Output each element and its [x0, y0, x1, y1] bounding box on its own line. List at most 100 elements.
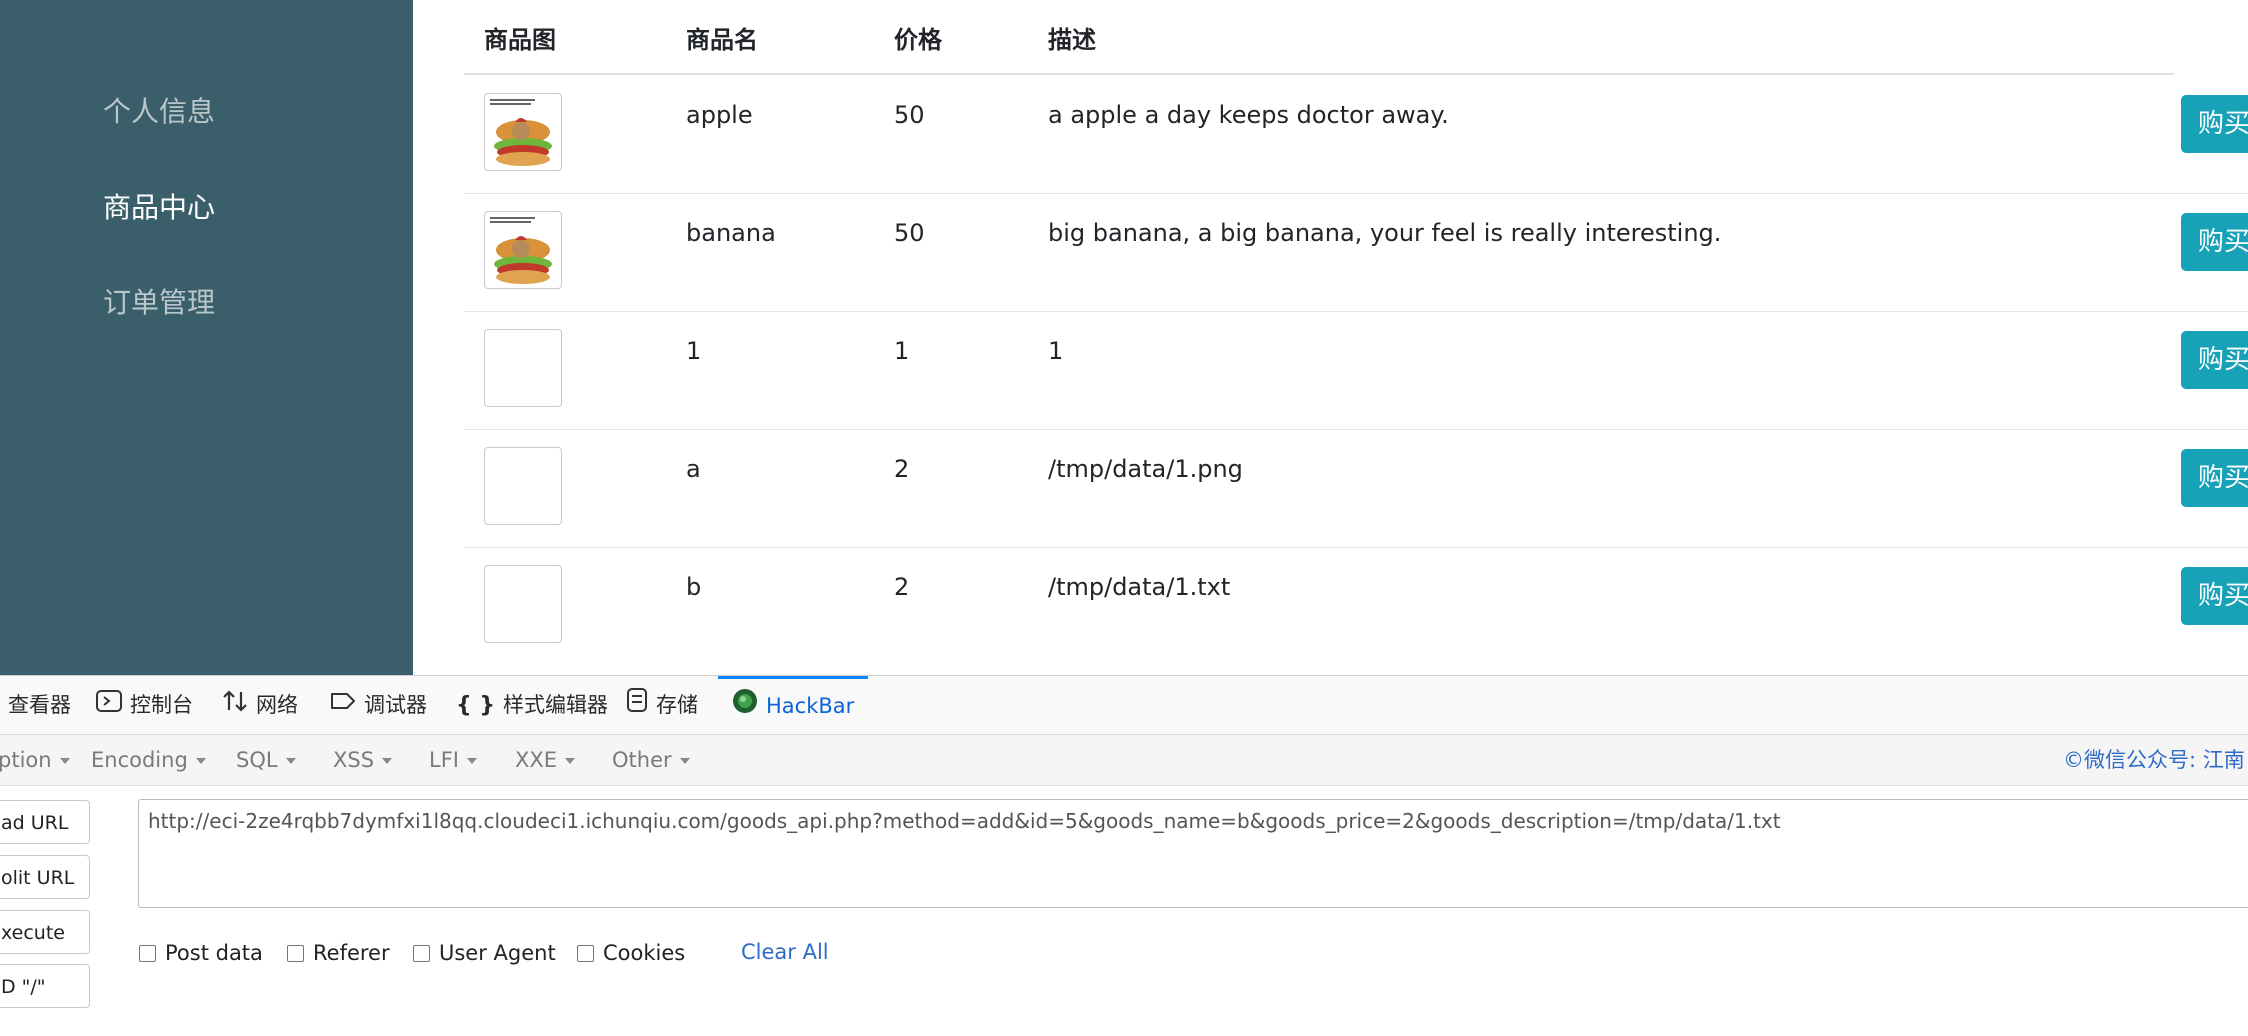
- network-icon: [222, 677, 248, 735]
- table-row: banana 50 big banana, a big banana, your…: [464, 193, 2248, 312]
- tab-style-editor[interactable]: { } 样式编辑器: [456, 676, 608, 734]
- menu-lfi[interactable]: LFI: [429, 735, 477, 785]
- checkbox-icon: [287, 945, 304, 962]
- menu-label: ption: [0, 748, 52, 772]
- storage-icon: [626, 677, 648, 735]
- tab-label: 查看器: [8, 693, 71, 717]
- product-description: /tmp/data/1.txt: [1048, 573, 1231, 601]
- sidebar: 个人信息 商品中心 订单管理: [0, 0, 413, 675]
- url-input[interactable]: http://eci-2ze4rqbb7dymfxi1l8qq.cloudeci…: [138, 799, 2248, 908]
- option-label: Cookies: [603, 941, 686, 965]
- sidebar-item-products[interactable]: 商品中心: [103, 186, 215, 226]
- menu-label: XSS: [333, 748, 375, 772]
- product-name: apple: [686, 101, 753, 129]
- buy-button[interactable]: 购买: [2181, 567, 2248, 625]
- devtools-panel: 查看器 控制台 网络 调试器 { } 样式编辑器 存储 HackBar ptio…: [0, 675, 2248, 1036]
- sidebar-item-profile[interactable]: 个人信息: [103, 90, 215, 130]
- caret-down-icon: [59, 758, 70, 764]
- product-description: big banana, a big banana, your feel is r…: [1048, 219, 1722, 247]
- user-agent-checkbox[interactable]: User Agent: [413, 941, 556, 965]
- wechat-watermark: ©微信公众号: 江南: [2063, 748, 2245, 772]
- menu-label: XXE: [515, 748, 558, 772]
- tab-label: 网络: [256, 693, 298, 717]
- tab-label: HackBar: [766, 694, 855, 718]
- tab-hackbar[interactable]: HackBar: [718, 676, 869, 737]
- table-row: a 2 /tmp/data/1.png 购买: [464, 429, 2248, 548]
- product-image-empty: [484, 565, 562, 643]
- caret-down-icon: [382, 758, 393, 764]
- table-row: b 2 /tmp/data/1.txt 购买: [464, 547, 2248, 665]
- debugger-icon: [330, 677, 356, 735]
- tab-label: 控制台: [130, 693, 193, 717]
- header-description: 描述: [1048, 26, 1096, 54]
- product-name: 1: [686, 337, 702, 365]
- buy-button[interactable]: 购买: [2181, 449, 2248, 507]
- style-editor-icon: { }: [456, 693, 495, 718]
- product-price: 50: [894, 219, 925, 247]
- tab-storage[interactable]: 存储: [626, 676, 698, 734]
- product-name: a: [686, 455, 701, 483]
- product-name: b: [686, 573, 702, 601]
- option-label: Post data: [165, 941, 263, 965]
- goods-table: 商品图 商品名 价格 描述 apple 50 a apple a day kee…: [413, 0, 2248, 675]
- split-url-button[interactable]: olit URL: [0, 855, 90, 899]
- product-price: 50: [894, 101, 925, 129]
- referer-checkbox[interactable]: Referer: [287, 941, 390, 965]
- option-label: Referer: [313, 941, 390, 965]
- menu-xxe[interactable]: XXE: [515, 735, 576, 785]
- table-row: 1 1 1 购买: [464, 311, 2248, 430]
- caret-down-icon: [195, 758, 206, 764]
- caret-down-icon: [565, 758, 576, 764]
- checkbox-icon: [413, 945, 430, 962]
- product-image-empty: [484, 329, 562, 407]
- hackbar-menubar: ption Encoding SQL XSS LFI XXE Other ©微信…: [0, 735, 2248, 786]
- menu-option[interactable]: ption: [0, 735, 70, 785]
- buy-button[interactable]: 购买: [2181, 213, 2248, 271]
- buy-button[interactable]: 购买: [2181, 95, 2248, 153]
- product-description: /tmp/data/1.png: [1048, 455, 1243, 483]
- product-description: a apple a day keeps doctor away.: [1048, 101, 1449, 129]
- console-icon: [96, 677, 122, 735]
- tab-label: 存储: [656, 693, 698, 717]
- product-price: 2: [894, 573, 910, 601]
- sidebar-item-orders[interactable]: 订单管理: [103, 281, 215, 321]
- product-price: 2: [894, 455, 910, 483]
- load-url-button[interactable]: ad URL: [0, 800, 90, 844]
- tab-label: 样式编辑器: [502, 693, 608, 717]
- table-row: apple 50 a apple a day keeps doctor away…: [464, 75, 2248, 194]
- add-slash-button[interactable]: D "/": [0, 964, 90, 1008]
- devtools-tabbar: 查看器 控制台 网络 调试器 { } 样式编辑器 存储 HackBar: [0, 676, 2248, 735]
- menu-label: Encoding: [91, 748, 188, 772]
- caret-down-icon: [679, 758, 690, 764]
- tab-label: 调试器: [364, 693, 427, 717]
- cookies-checkbox[interactable]: Cookies: [577, 941, 685, 965]
- menu-label: SQL: [236, 748, 278, 772]
- caret-down-icon: [285, 758, 296, 764]
- product-image-empty: [484, 447, 562, 525]
- clear-all-link[interactable]: Clear All: [741, 940, 829, 964]
- tab-network[interactable]: 网络: [222, 676, 298, 734]
- post-data-checkbox[interactable]: Post data: [139, 941, 263, 965]
- product-price: 1: [894, 337, 910, 365]
- header-price: 价格: [894, 26, 942, 54]
- tab-console[interactable]: 控制台: [96, 676, 193, 734]
- buy-button[interactable]: 购买: [2181, 331, 2248, 389]
- caret-down-icon: [466, 758, 477, 764]
- option-label: User Agent: [439, 941, 556, 965]
- hackbar-icon: [732, 680, 758, 735]
- checkbox-icon: [139, 945, 156, 962]
- menu-xss[interactable]: XSS: [333, 735, 393, 785]
- tab-inspector[interactable]: 查看器: [8, 676, 71, 734]
- product-image: [484, 93, 562, 171]
- menu-label: LFI: [429, 748, 459, 772]
- menu-label: Other: [612, 748, 672, 772]
- product-name: banana: [686, 219, 776, 247]
- menu-sql[interactable]: SQL: [236, 735, 296, 785]
- header-name: 商品名: [686, 26, 758, 54]
- menu-encoding[interactable]: Encoding: [91, 735, 206, 785]
- menu-other[interactable]: Other: [612, 735, 690, 785]
- tab-debugger[interactable]: 调试器: [330, 676, 427, 734]
- product-image: [484, 211, 562, 289]
- execute-button[interactable]: xecute: [0, 910, 90, 954]
- product-description: 1: [1048, 337, 1064, 365]
